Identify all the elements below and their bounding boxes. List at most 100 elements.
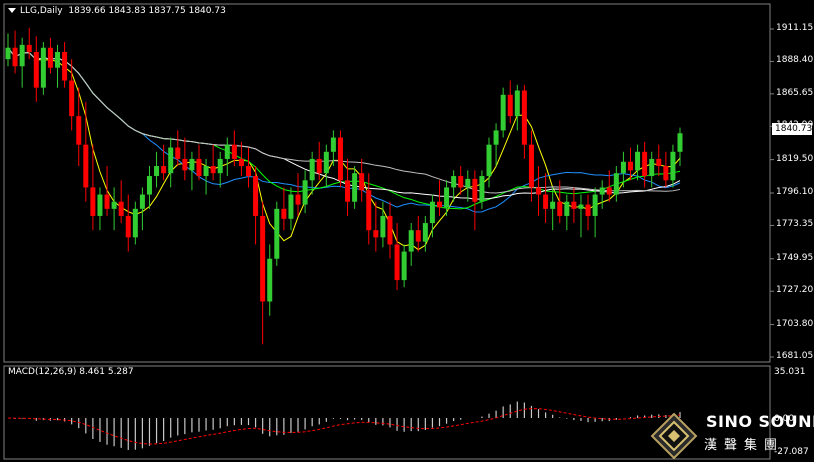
candle[interactable] (564, 194, 570, 231)
candle[interactable] (571, 187, 577, 224)
ma-5-line (7, 47, 681, 251)
candle[interactable] (401, 244, 407, 288)
candle[interactable] (373, 201, 379, 252)
candle[interactable] (599, 180, 605, 209)
candle[interactable] (528, 130, 534, 202)
candle[interactable] (415, 215, 421, 252)
candle[interactable] (578, 194, 584, 238)
candle[interactable] (189, 151, 195, 191)
candle[interactable] (132, 201, 138, 245)
candle[interactable] (97, 187, 103, 231)
candlesticks[interactable] (5, 27, 683, 345)
candle[interactable] (670, 144, 676, 188)
candle[interactable] (203, 158, 209, 195)
ma-30-line (7, 47, 681, 210)
candle[interactable] (125, 194, 131, 252)
candle[interactable] (111, 187, 117, 231)
candle[interactable] (394, 223, 400, 291)
candle[interactable] (104, 166, 110, 216)
last-price-tag: 1840.73 (772, 123, 812, 135)
price-tick: 1703.80 (776, 318, 814, 329)
candle[interactable] (267, 244, 273, 316)
logo-name: SINO SOUND (706, 412, 814, 431)
candle[interactable] (465, 170, 471, 202)
candle[interactable] (40, 42, 46, 95)
macd-label: MACD(12,26,9) 8.461 5.287 (8, 367, 134, 377)
candle[interactable] (118, 180, 124, 224)
price-tick: 1865.65 (776, 87, 814, 98)
candle[interactable] (146, 166, 152, 209)
candle[interactable] (281, 187, 287, 231)
candle[interactable] (585, 194, 591, 231)
chevron-down-icon[interactable] (8, 8, 16, 13)
ohlc-values: 1839.66 1843.83 1837.75 1840.73 (68, 6, 226, 16)
price-tick: 1911.15 (776, 23, 814, 33)
candle[interactable] (224, 137, 230, 177)
candle[interactable] (288, 187, 294, 231)
candle[interactable] (543, 173, 549, 224)
chart-header: LLG,Daily 1839.66 1843.83 1837.75 1840.7… (8, 6, 226, 16)
candle[interactable] (352, 166, 358, 209)
price-tick: 1727.20 (776, 285, 814, 296)
candle[interactable] (47, 37, 53, 74)
candle[interactable] (90, 144, 96, 231)
candle[interactable] (295, 173, 301, 216)
logo-name-cn: 漢聲集團 (704, 438, 785, 453)
candle[interactable] (55, 44, 61, 88)
candle[interactable] (253, 166, 259, 245)
candle[interactable] (500, 87, 506, 138)
candle[interactable] (613, 166, 619, 202)
candle[interactable] (656, 144, 662, 177)
candle[interactable] (536, 166, 542, 216)
candle[interactable] (521, 84, 527, 159)
candle[interactable] (663, 151, 669, 188)
price-tick: 1773.35 (776, 219, 814, 230)
ma-20-line (7, 47, 681, 213)
price-tick: 1749.95 (776, 252, 814, 263)
candle[interactable] (387, 201, 393, 259)
candle[interactable] (359, 158, 365, 202)
candle[interactable] (210, 144, 216, 181)
candle[interactable] (408, 223, 414, 266)
candle[interactable] (550, 187, 556, 231)
candle[interactable] (182, 137, 188, 181)
price-tick: 1796.10 (776, 187, 814, 197)
candle[interactable] (337, 130, 343, 188)
candle[interactable] (168, 137, 174, 188)
candle[interactable] (217, 151, 223, 188)
candle[interactable] (19, 37, 25, 88)
candle[interactable] (429, 194, 435, 238)
candle[interactable] (33, 36, 39, 102)
candle[interactable] (69, 59, 75, 131)
candle[interactable] (493, 123, 499, 167)
candle[interactable] (139, 187, 145, 231)
candle[interactable] (274, 201, 280, 266)
candle[interactable] (592, 187, 598, 238)
chart-canvas (3, 3, 774, 460)
candle[interactable] (154, 151, 160, 188)
candle[interactable] (260, 201, 266, 345)
macd-signal-line (7, 408, 681, 445)
candle[interactable] (302, 170, 308, 214)
brand-logo: SINO SOUND 漢聲集團 (650, 412, 814, 460)
candle[interactable] (479, 170, 485, 209)
price-tick: 1819.50 (776, 153, 814, 164)
candle[interactable] (246, 147, 252, 188)
candle[interactable] (507, 80, 513, 124)
candle[interactable] (472, 170, 478, 231)
logo-diamond-icon (650, 412, 698, 460)
candle[interactable] (436, 180, 442, 216)
candle[interactable] (514, 84, 520, 131)
candle[interactable] (62, 42, 68, 88)
ma-60-line (7, 47, 681, 194)
candle[interactable] (83, 101, 89, 202)
candle[interactable] (444, 180, 450, 216)
macd-axis-top: 35.031 (774, 367, 806, 377)
macd-panel (7, 401, 681, 450)
candle[interactable] (196, 144, 202, 181)
candle[interactable] (238, 141, 244, 177)
candle[interactable] (12, 30, 18, 74)
candle[interactable] (635, 144, 641, 181)
candle[interactable] (5, 33, 11, 67)
candle[interactable] (323, 144, 329, 188)
